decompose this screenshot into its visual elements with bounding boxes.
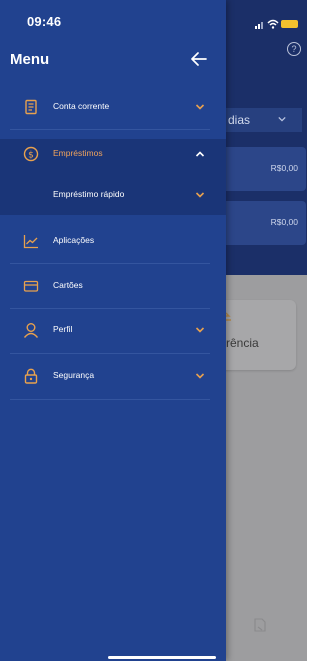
home-indicator [108, 656, 216, 659]
divider [10, 308, 210, 309]
menu-item-seguranca[interactable]: Segurança [0, 360, 226, 394]
chevron-down-icon [195, 192, 205, 198]
chevron-down-icon [195, 104, 205, 110]
chevron-up-icon [195, 151, 205, 157]
signal-icon [255, 22, 263, 29]
menu-item-aplicacoes[interactable]: Aplicações [0, 225, 226, 259]
status-time: 09:46 [27, 14, 62, 29]
chevron-down-icon [195, 327, 205, 333]
chevron-down-icon [195, 373, 205, 379]
submenu-item-label: Empréstimo rápido [53, 189, 125, 199]
document-icon [25, 99, 37, 115]
chevron-down-icon [278, 116, 286, 122]
back-arrow-icon[interactable] [191, 52, 207, 66]
svg-text:$: $ [28, 150, 34, 160]
submenu-item-emprestimo-rapido[interactable]: Empréstimo rápido [0, 179, 226, 213]
divider [10, 129, 210, 130]
menu-item-label: Segurança [53, 370, 95, 380]
credit-card-icon [23, 280, 39, 292]
chart-line-icon [23, 235, 38, 249]
period-selector: 7 dias [214, 108, 302, 132]
menu-item-conta-corrente[interactable]: Conta corrente [0, 91, 226, 125]
help-icon: ? [287, 42, 301, 56]
menu-item-label: Conta corrente [53, 101, 110, 111]
balance-value: R$0,00 [270, 217, 298, 227]
menu-item-label: Empréstimos [53, 148, 103, 158]
menu-item-label: Aplicações [53, 235, 95, 245]
menu-item-perfil[interactable]: Perfil [0, 314, 226, 348]
divider [10, 263, 210, 264]
divider [10, 353, 210, 354]
wifi-icon [267, 19, 279, 29]
battery-icon [281, 20, 298, 28]
dollar-circle-icon: $ [23, 146, 39, 162]
drawer-title: Menu [10, 51, 50, 68]
menu-item-emprestimos[interactable]: $ Empréstimos [0, 138, 226, 172]
user-icon [23, 323, 39, 338]
navigation-drawer: 09:46 Menu Conta corrente $ Empréstimos … [0, 0, 226, 661]
balance-value: R$0,00 [270, 163, 298, 173]
divider [10, 399, 210, 400]
document-icon [254, 618, 266, 632]
menu-item-label: Cartões [53, 280, 83, 290]
menu-item-cartoes[interactable]: Cartões [0, 270, 226, 304]
menu-item-label: Perfil [53, 324, 73, 334]
lock-icon [24, 368, 38, 384]
